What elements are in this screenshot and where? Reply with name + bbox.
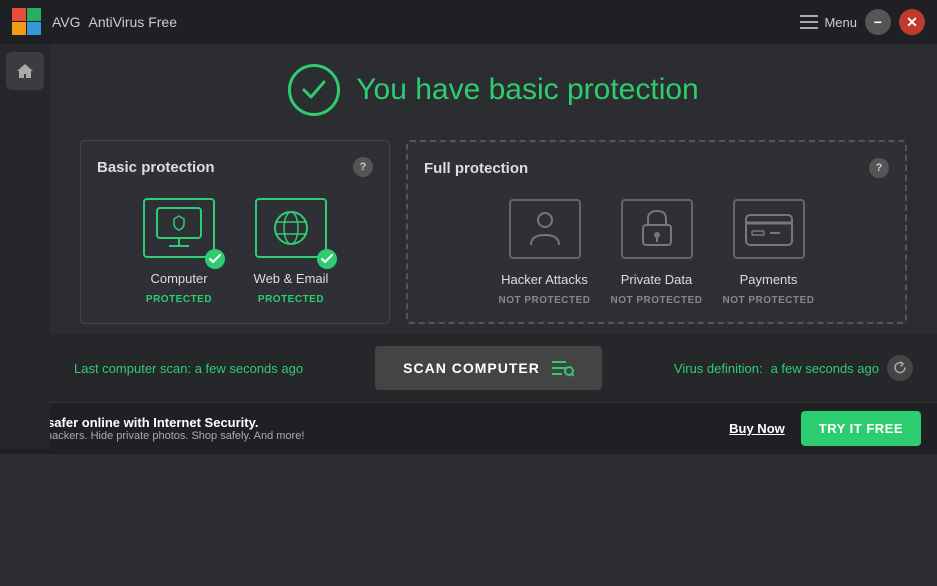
status-title: You have basic protection	[356, 73, 698, 107]
promo-actions: Buy Now TRY IT FREE	[729, 411, 921, 446]
web-email-check-badge	[317, 249, 337, 269]
web-email-icon-box	[255, 198, 327, 258]
hacker-attacks-item[interactable]: Hacker Attacks NOT PROTECTED	[495, 194, 595, 306]
private-data-item[interactable]: Private Data NOT PROTECTED	[607, 194, 707, 306]
hacker-icon-wrap	[505, 194, 585, 264]
full-panel-title: Full protection	[424, 160, 528, 177]
web-email-item[interactable]: Web & Email PROTECTED	[241, 193, 341, 305]
promo-text-block: Stay safer online with Internet Security…	[16, 415, 304, 442]
web-email-status: PROTECTED	[258, 294, 324, 305]
virus-def-label: Virus definition:	[674, 361, 763, 376]
hacker-icon-box	[509, 199, 581, 259]
check-icon-2	[321, 254, 333, 264]
payments-item[interactable]: Payments NOT PROTECTED	[719, 194, 819, 306]
minimize-button[interactable]: −	[865, 9, 891, 35]
sidebar	[0, 44, 50, 449]
buy-now-button[interactable]: Buy Now	[729, 421, 785, 436]
lock-icon	[639, 207, 675, 251]
sidebar-item-home[interactable]	[6, 52, 44, 90]
protection-panels: Basic protection ?	[80, 140, 907, 324]
computer-icon-box	[143, 198, 215, 258]
private-data-icon-wrap	[617, 194, 697, 264]
private-data-icon-box	[621, 199, 693, 259]
basic-items-row: Computer PROTECTED	[97, 193, 373, 305]
titlebar: AVG AntiVirus Free Menu − ✕	[0, 0, 937, 44]
promo-bar: Stay safer online with Internet Security…	[0, 402, 937, 454]
hacker-label: Hacker Attacks	[501, 272, 588, 287]
promo-subtext: Block hackers. Hide private photos. Shop…	[16, 430, 304, 442]
virus-def-value: a few seconds ago	[771, 361, 879, 376]
promo-headline: Stay safer online with Internet Security…	[16, 415, 304, 430]
scan-button[interactable]: SCAN COMPUTER	[375, 346, 602, 390]
payments-label: Payments	[740, 272, 798, 287]
refresh-button[interactable]	[887, 355, 913, 381]
close-button[interactable]: ✕	[899, 9, 925, 35]
app-name: AVG	[52, 14, 81, 30]
virus-definition-info: Virus definition: a few seconds ago	[674, 355, 913, 381]
private-data-label: Private Data	[621, 272, 693, 287]
hacker-icon	[523, 207, 567, 251]
status-header: You have basic protection	[80, 64, 907, 116]
full-items-row: Hacker Attacks NOT PROTECTED	[424, 194, 889, 306]
search-lines-icon	[552, 358, 574, 378]
avg-logo-icon	[12, 8, 44, 36]
try-free-button[interactable]: TRY IT FREE	[801, 411, 921, 446]
window-controls: Menu − ✕	[800, 9, 925, 35]
payments-icon-box	[733, 199, 805, 259]
scan-button-label: SCAN COMPUTER	[403, 360, 540, 376]
globe-icon	[269, 206, 313, 250]
menu-label: Menu	[824, 15, 857, 30]
full-panel-header: Full protection ?	[424, 158, 889, 178]
hacker-status: NOT PROTECTED	[498, 295, 590, 306]
private-data-status: NOT PROTECTED	[610, 295, 702, 306]
basic-panel-title: Basic protection	[97, 159, 215, 176]
check-icon	[209, 254, 221, 264]
full-protection-panel: Full protection ? Hack	[406, 140, 907, 324]
payments-icon-wrap	[729, 194, 809, 264]
refresh-icon	[893, 361, 907, 375]
last-scan-value: a few seconds ago	[195, 361, 303, 376]
payments-status: NOT PROTECTED	[722, 295, 814, 306]
scan-bar: Last computer scan: a few seconds ago SC…	[0, 334, 937, 402]
status-check-circle	[288, 64, 340, 116]
credit-card-icon	[744, 211, 794, 247]
scan-search-icon	[552, 358, 574, 378]
computer-item[interactable]: Computer PROTECTED	[129, 193, 229, 305]
basic-protection-panel: Basic protection ?	[80, 140, 390, 324]
checkmark-icon	[301, 79, 327, 101]
basic-help-button[interactable]: ?	[353, 157, 373, 177]
app-title: AntiVirus Free	[89, 14, 177, 30]
main-content: You have basic protection Basic protecti…	[50, 44, 937, 334]
full-help-button[interactable]: ?	[869, 158, 889, 178]
computer-label: Computer	[150, 271, 207, 286]
last-scan-label: Last computer scan:	[74, 361, 191, 376]
menu-button[interactable]: Menu	[800, 15, 857, 30]
web-email-icon-wrap	[251, 193, 331, 263]
computer-check-badge	[205, 249, 225, 269]
computer-status: PROTECTED	[146, 294, 212, 305]
last-scan-info: Last computer scan: a few seconds ago	[74, 361, 303, 376]
basic-panel-header: Basic protection ?	[97, 157, 373, 177]
hamburger-icon	[800, 15, 818, 29]
home-icon	[16, 62, 34, 80]
computer-icon-wrap	[139, 193, 219, 263]
app-logo: AVG AntiVirus Free	[12, 8, 177, 36]
web-email-label: Web & Email	[254, 271, 329, 286]
computer-icon	[153, 206, 205, 250]
